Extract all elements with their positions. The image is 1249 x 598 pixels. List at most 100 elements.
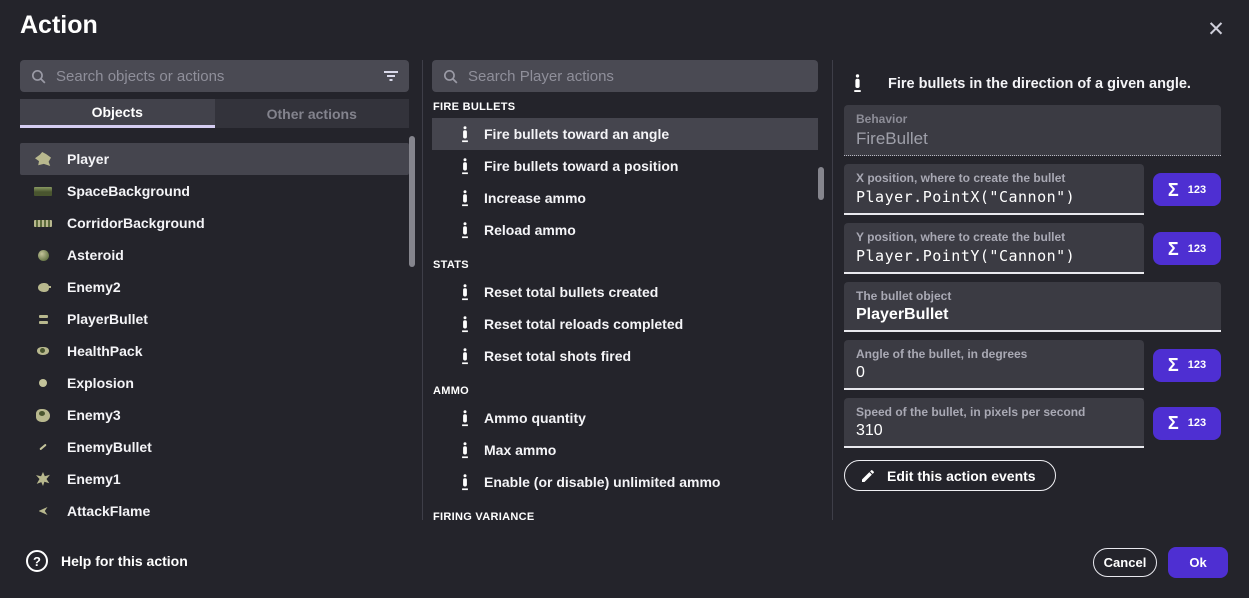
dot-sprite-icon <box>33 373 53 393</box>
group-header-stats: STATS <box>433 259 818 271</box>
object-row-explosion[interactable]: Explosion <box>20 367 409 399</box>
tab-other-actions[interactable]: Other actions <box>215 99 410 128</box>
flame-sprite-icon <box>33 501 53 521</box>
action-row-reload-ammo[interactable]: Reload ammo <box>432 214 818 246</box>
bullet-icon <box>461 190 469 207</box>
objects-panel: Objects Other actions Player SpaceBackgr… <box>20 60 409 527</box>
sigma-icon: Σ <box>1168 356 1179 374</box>
actions-search-bar[interactable] <box>432 60 818 92</box>
object-row-healthpack[interactable]: HealthPack <box>20 335 409 367</box>
action-row-fire-angle[interactable]: Fire bullets toward an angle <box>432 118 818 150</box>
y-expression-editor-button[interactable]: Σ 123 <box>1153 232 1221 265</box>
divider-left-middle <box>422 60 423 520</box>
action-row-reset-shots-fired[interactable]: Reset total shots fired <box>432 340 818 372</box>
bullet-icon <box>461 442 469 459</box>
action-row-ammo-quantity[interactable]: Ammo quantity <box>432 402 818 434</box>
spiky-sprite-icon <box>33 469 53 489</box>
speed-input[interactable] <box>856 422 1132 440</box>
object-row-spacebackground[interactable]: SpaceBackground <box>20 175 409 207</box>
object-row-playerbullet[interactable]: PlayerBullet <box>20 303 409 335</box>
player-ship-sprite-icon <box>33 149 53 169</box>
field-label: Speed of the bullet, in pixels per secon… <box>856 405 1132 419</box>
x-position-field[interactable]: X position, where to create the bullet <box>844 164 1144 215</box>
ok-button[interactable]: Ok <box>1168 547 1228 578</box>
group-header-fire-bullets: FIRE BULLETS <box>433 101 818 113</box>
action-row-reset-reloads-completed[interactable]: Reset total reloads completed <box>432 308 818 340</box>
double-bullet-sprite-icon <box>33 309 53 329</box>
angle-field[interactable]: Angle of the bullet, in degrees <box>844 340 1144 390</box>
enemy-blob-sprite-icon <box>33 405 53 425</box>
tab-objects[interactable]: Objects <box>20 99 215 128</box>
objects-search-bar[interactable] <box>20 60 409 92</box>
objects-scrollbar[interactable] <box>409 136 415 267</box>
object-name: PlayerBullet <box>67 311 148 327</box>
action-row-unlimited-ammo[interactable]: Enable (or disable) unlimited ammo <box>432 466 818 498</box>
angle-expression-editor-button[interactable]: Σ 123 <box>1153 349 1221 382</box>
action-description: Fire bullets in the direction of a given… <box>888 76 1191 92</box>
filter-icon[interactable] <box>383 70 399 82</box>
objects-search-input[interactable] <box>56 68 374 85</box>
bullet-icon <box>461 474 469 491</box>
x-expression-editor-button[interactable]: Σ 123 <box>1153 173 1221 206</box>
action-label: Reset total bullets created <box>484 284 658 300</box>
search-icon <box>442 68 459 85</box>
actions-scrollbar[interactable] <box>818 167 824 200</box>
bullet-object-input[interactable] <box>856 306 1209 324</box>
objects-list: Player SpaceBackground CorridorBackgroun… <box>20 143 409 527</box>
action-label: Ammo quantity <box>484 410 586 426</box>
action-label: Enable (or disable) unlimited ammo <box>484 474 720 490</box>
object-row-enemy2[interactable]: Enemy2 <box>20 271 409 303</box>
object-name: Player <box>67 151 109 167</box>
bullet-icon <box>461 348 469 365</box>
object-name: CorridorBackground <box>67 215 205 231</box>
sigma-icon: Σ <box>1168 181 1179 199</box>
numbers-badge: 123 <box>1188 243 1206 255</box>
object-name: Explosion <box>67 375 134 391</box>
divider-middle-right <box>832 60 833 520</box>
numbers-badge: 123 <box>1188 359 1206 371</box>
x-position-input[interactable] <box>856 188 1132 206</box>
field-label: Y position, where to create the bullet <box>856 230 1132 244</box>
object-row-enemy3[interactable]: Enemy3 <box>20 399 409 431</box>
object-name: Enemy3 <box>67 407 121 423</box>
object-name: EnemyBullet <box>67 439 152 455</box>
object-row-enemy1[interactable]: Enemy1 <box>20 463 409 495</box>
speed-field[interactable]: Speed of the bullet, in pixels per secon… <box>844 398 1144 448</box>
object-row-player[interactable]: Player <box>20 143 409 175</box>
action-row-max-ammo[interactable]: Max ammo <box>432 434 818 466</box>
object-name: HealthPack <box>67 343 142 359</box>
slash-sprite-icon <box>33 437 53 457</box>
actions-search-input[interactable] <box>468 68 808 85</box>
edit-action-events-button[interactable]: Edit this action events <box>844 460 1056 491</box>
object-row-asteroid[interactable]: Asteroid <box>20 239 409 271</box>
close-icon[interactable]: ✕ <box>1201 14 1231 44</box>
action-row-reset-bullets-created[interactable]: Reset total bullets created <box>432 276 818 308</box>
y-position-field[interactable]: Y position, where to create the bullet <box>844 223 1144 274</box>
field-value: FireBullet <box>856 129 1209 149</box>
object-row-corridorbackground[interactable]: CorridorBackground <box>20 207 409 239</box>
cancel-button[interactable]: Cancel <box>1093 548 1157 577</box>
bullet-object-field[interactable]: The bullet object <box>844 282 1221 332</box>
object-name: SpaceBackground <box>67 183 190 199</box>
edit-action-events-label: Edit this action events <box>887 468 1036 484</box>
sigma-icon: Σ <box>1168 240 1179 258</box>
action-label: Reset total shots fired <box>484 348 631 364</box>
help-link[interactable]: ? Help for this action <box>26 550 188 572</box>
y-position-input[interactable] <box>856 247 1132 265</box>
object-row-attackflame[interactable]: AttackFlame <box>20 495 409 527</box>
object-row-enemybullet[interactable]: EnemyBullet <box>20 431 409 463</box>
action-parameters-panel: Fire bullets in the direction of a given… <box>844 60 1221 491</box>
action-row-fire-position[interactable]: Fire bullets toward a position <box>432 150 818 182</box>
rock-sprite-icon <box>33 245 53 265</box>
field-label: The bullet object <box>856 289 1209 303</box>
bullet-icon <box>461 126 469 143</box>
object-name: Enemy2 <box>67 279 121 295</box>
angle-input[interactable] <box>856 364 1132 382</box>
action-label: Fire bullets toward an angle <box>484 126 669 142</box>
action-label: Reload ammo <box>484 222 576 238</box>
sigma-icon: Σ <box>1168 414 1179 432</box>
action-label: Fire bullets toward a position <box>484 158 678 174</box>
action-label: Max ammo <box>484 442 556 458</box>
speed-expression-editor-button[interactable]: Σ 123 <box>1153 407 1221 440</box>
action-row-increase-ammo[interactable]: Increase ammo <box>432 182 818 214</box>
